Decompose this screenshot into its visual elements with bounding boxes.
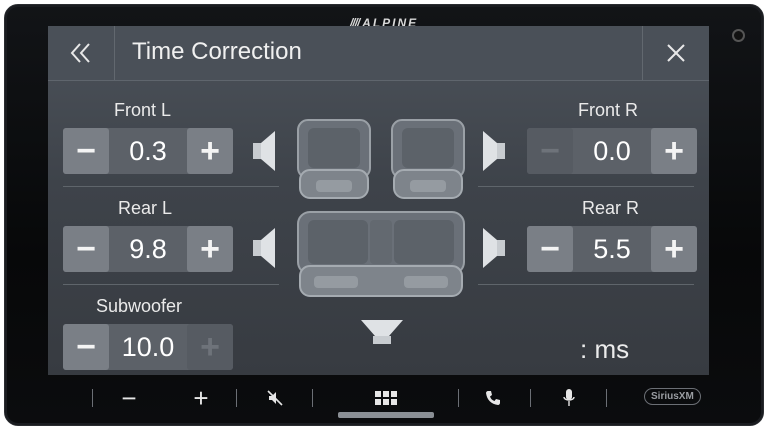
rear-r-label: Rear R [582,198,640,218]
speaker-rear-left-icon [253,228,275,268]
speaker-rear-right-icon [483,228,505,268]
front-r-stepper: − 0.0 + [527,128,697,174]
subwoofer-stepper: − 10.0 + [63,324,233,370]
siriusxm-logo: SiriusXM [644,388,701,405]
front-l-label: Front L [114,100,172,120]
separator [236,389,237,407]
mute-button[interactable] [262,380,288,416]
microphone-icon [563,389,575,406]
rear-l-stepper: − 9.8 + [63,226,233,272]
front-l-minus-button[interactable]: − [63,128,109,174]
rear-l-minus-button[interactable]: − [63,226,109,272]
subwoofer-label: Subwoofer [96,296,183,316]
rear-r-value: 5.5 [593,233,631,264]
front-r-plus-button[interactable]: + [651,128,697,174]
volume-down-button[interactable]: − [114,380,144,416]
separator [458,389,459,407]
volume-up-button[interactable]: + [186,380,216,416]
rear-r-minus-button[interactable]: − [527,226,573,272]
front-l-plus-button[interactable]: + [187,128,233,174]
rear-r-stepper: − 5.5 + [527,226,697,272]
divider [63,284,279,285]
subwoofer-icon [361,320,403,344]
rear-l-label: Rear L [118,198,173,218]
camera-icon [732,29,745,42]
front-left-seat-icon [297,119,371,199]
separator [312,389,313,407]
separator [530,389,531,407]
unit-label: : ms [580,334,630,364]
screen: Time Correction Front L − 0.3 + Front R … [48,26,709,375]
speaker-front-right-icon [483,131,505,171]
front-r-value: 0.0 [593,135,631,166]
phone-icon [486,391,500,405]
separator [606,389,607,407]
page-title: Time Correction [132,38,302,65]
rear-r-plus-button[interactable]: + [651,226,697,272]
speaker-front-left-icon [253,131,275,171]
rear-bench-seat-icon [297,211,465,297]
rear-l-value: 9.8 [129,233,167,264]
rear-l-plus-button[interactable]: + [187,226,233,272]
front-l-value: 0.3 [129,135,167,166]
back-button[interactable] [48,26,115,80]
home-button[interactable] [368,380,404,416]
close-icon [667,44,685,62]
front-r-label: Front R [578,100,639,120]
front-r-minus-button[interactable]: − [527,128,573,174]
hardware-button-bar: − + SiriusXM [48,380,709,418]
subwoofer-plus-button[interactable]: + [187,324,233,370]
voice-button[interactable] [556,380,582,416]
divider [63,186,279,187]
home-indicator [338,412,434,418]
divider [478,186,694,187]
divider [478,284,694,285]
subwoofer-value: 10.0 [121,331,175,362]
mute-icon [267,390,283,406]
home-grid-icon [375,391,397,405]
phone-button[interactable] [480,380,506,416]
front-right-seat-icon [391,119,465,199]
title-bar: Time Correction [48,26,709,81]
close-button[interactable] [642,26,709,80]
double-chevron-left-icon [70,43,90,63]
separator [92,389,93,407]
subwoofer-minus-button[interactable]: − [63,324,109,370]
front-l-stepper: − 0.3 + [63,128,233,174]
